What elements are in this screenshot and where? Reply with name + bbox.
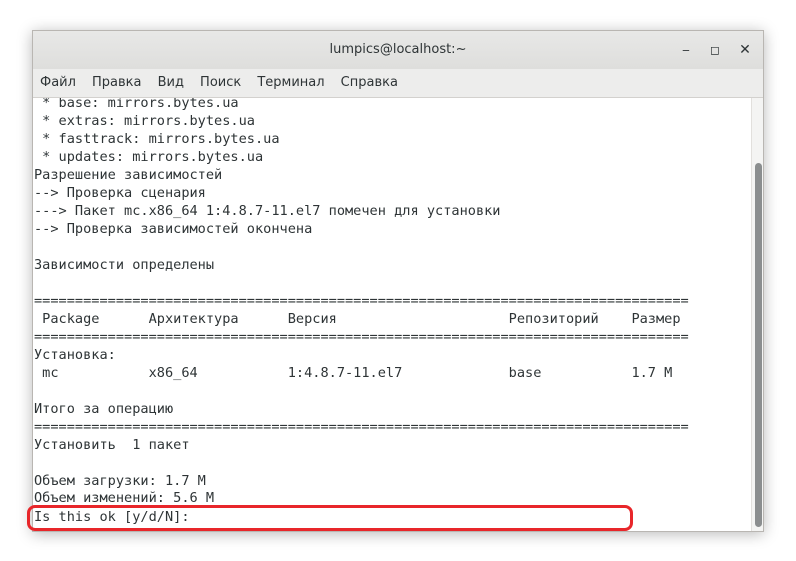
terminal-line: Установка: (34, 347, 116, 363)
terminal-line: * extras: mirrors.bytes.ua (34, 113, 255, 129)
terminal-table-header: Package Архитектура Версия Репозиторий Р… (34, 311, 681, 327)
terminal-window: lumpics@localhost:~ ‒ ◻ ✕ Файл Правка Ви… (32, 30, 764, 532)
menu-file[interactable]: Файл (36, 69, 80, 97)
prompt-highlight-frame (27, 505, 633, 531)
menu-edit[interactable]: Правка (88, 69, 145, 97)
menu-view[interactable]: Вид (154, 69, 188, 97)
terminal-table-row: mc x86_64 1:4.8.7-11.el7 base 1.7 M (34, 365, 673, 381)
terminal-line: Установить 1 пакет (34, 437, 190, 453)
terminal-line: Разрешение зависимостей (34, 167, 223, 183)
menu-terminal[interactable]: Терминал (253, 69, 328, 97)
window-title: lumpics@localhost:~ (329, 42, 467, 57)
terminal-line: Зависимости определены (34, 257, 215, 273)
maximize-icon[interactable]: ◻ (705, 40, 725, 60)
terminal-line: --> Проверка зависимостей окончена (34, 221, 313, 237)
menu-bar: Файл Правка Вид Поиск Терминал Справка (33, 69, 763, 98)
menu-search[interactable]: Поиск (196, 69, 245, 97)
title-bar[interactable]: lumpics@localhost:~ ‒ ◻ ✕ (33, 31, 763, 70)
terminal-line: Итого за операцию (34, 401, 174, 417)
close-icon[interactable]: ✕ (735, 40, 755, 60)
menu-help[interactable]: Справка (337, 69, 402, 97)
minimize-icon[interactable]: ‒ (676, 40, 696, 60)
terminal-line: Объем загрузки: 1.7 M (34, 473, 206, 489)
terminal-line: --> Проверка сценария (34, 185, 206, 201)
terminal-line: * fasttrack: mirrors.bytes.ua (34, 131, 280, 147)
terminal-separator: ========================================… (34, 293, 689, 309)
terminal-separator: ========================================… (34, 329, 689, 345)
terminal-output[interactable]: * base: mirrors.bytes.ua * extras: mirro… (33, 98, 751, 531)
terminal-line: ---> Пакет mc.x86_64 1:4.8.7-11.el7 поме… (34, 203, 501, 219)
scrollbar-thumb[interactable] (755, 163, 762, 527)
terminal-line: * base: mirrors.bytes.ua (34, 98, 239, 111)
terminal-separator: ========================================… (34, 419, 689, 435)
vertical-scrollbar[interactable] (751, 98, 763, 531)
terminal-line: * updates: mirrors.bytes.ua (34, 149, 264, 165)
